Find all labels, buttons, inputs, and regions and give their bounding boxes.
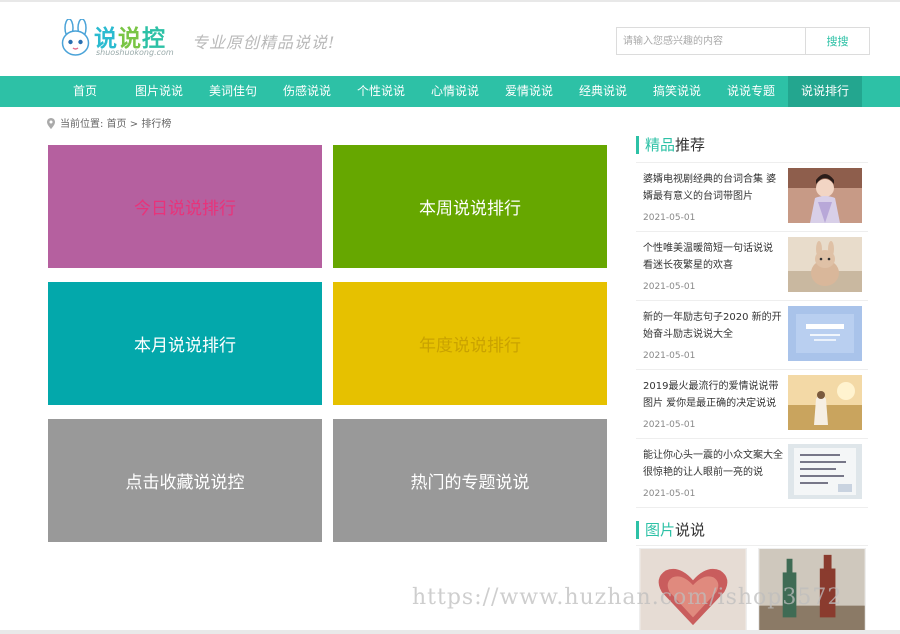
breadcrumb-home-link[interactable]: 首页	[107, 119, 127, 130]
thumb-girl-at-sunset[interactable]	[788, 375, 862, 430]
nav-item-personality[interactable]: 个性说说	[344, 76, 418, 107]
picture-thumb-heart[interactable]	[639, 548, 747, 634]
nav-item-mood[interactable]: 心情说说	[418, 76, 492, 107]
section-divider	[636, 545, 868, 546]
nav-item-home[interactable]: 首页	[48, 76, 122, 107]
recommend-title-rest: 推荐	[675, 136, 706, 154]
logo-domain: shuoshuokong.com	[96, 48, 174, 57]
bottom-bar	[0, 630, 900, 634]
recommend-item-title[interactable]: 个性唯美温暖简短一句话说说 看迷长夜繁星的欢喜	[643, 240, 783, 274]
nav-item-funny[interactable]: 搞笑说说	[640, 76, 714, 107]
rank-tile-year[interactable]: 年度说说排行	[333, 282, 607, 405]
bunny-logo-icon	[61, 19, 90, 56]
recommend-item-date: 2021-05-01	[643, 351, 696, 361]
recommend-item-date: 2021-05-01	[643, 282, 696, 292]
picture-thumb-bottles[interactable]	[758, 548, 866, 634]
recommend-item-title[interactable]: 婆婿电视剧经典的台词合集 婆婿最有意义的台词带图片	[643, 171, 783, 205]
search-box: 搜搜	[616, 27, 870, 55]
recommend-item[interactable]: 个性唯美温暖简短一句话说说 看迷长夜繁星的欢喜 2021-05-01	[636, 232, 868, 301]
breadcrumb-prefix: 当前位置:	[60, 119, 104, 130]
search-button[interactable]: 搜搜	[805, 28, 869, 54]
recommend-title-highlight: 精品	[645, 136, 676, 154]
hot-topics-tile[interactable]: 热门的专题说说	[333, 419, 607, 542]
thumb-plush-rabbit[interactable]	[788, 237, 862, 292]
thumb-handwritten-note[interactable]	[788, 444, 862, 499]
recommend-item[interactable]: 新的一年励志句子2020 新的开始奋斗励志说说大全 2021-05-01	[636, 301, 868, 370]
thumb-woman-in-hanfu[interactable]	[788, 168, 862, 223]
main-nav: 首页 图片说说 美词佳句 伤感说说 个性说说 心情说说 爱情说说 经典说说 搞笑…	[0, 76, 900, 107]
rank-tile-week[interactable]: 本周说说排行	[333, 145, 607, 268]
bookmark-tile[interactable]: 点击收藏说说控	[48, 419, 322, 542]
search-input[interactable]	[617, 28, 805, 54]
thumb-blue-text-card[interactable]	[788, 306, 862, 361]
site-header: 说说控 shuoshuokong.com 专业原创精品说说! 搜搜	[0, 2, 900, 76]
recommend-item[interactable]: 能让你心头一震的小众文案大全 很惊艳的让人眼前一亮的说 2021-05-01	[636, 439, 868, 508]
breadcrumb-separator: >	[129, 119, 139, 130]
nav-item-love[interactable]: 爱情说说	[492, 76, 566, 107]
recommend-item-title[interactable]: 2019最火最流行的爱情说说带图片 爱你是最正确的决定说说	[643, 378, 783, 412]
nav-item-sad[interactable]: 伤感说说	[270, 76, 344, 107]
rank-tile-today[interactable]: 今日说说排行	[48, 145, 322, 268]
site-slogan: 专业原创精品说说!	[192, 33, 336, 52]
nav-item-classic[interactable]: 经典说说	[566, 76, 640, 107]
nav-item-picture-shuoshuo[interactable]: 图片说说	[122, 76, 196, 107]
pictures-title-highlight: 图片	[645, 521, 676, 539]
pictures-title-rest: 说说	[675, 521, 706, 539]
nav-item-beautiful-words[interactable]: 美词佳句	[196, 76, 270, 107]
rank-tile-month[interactable]: 本月说说排行	[48, 282, 322, 405]
breadcrumb: 当前位置: 首页 > 排行榜	[47, 117, 171, 133]
recommend-item[interactable]: 婆婿电视剧经典的台词合集 婆婿最有意义的台词带图片 2021-05-01	[636, 163, 868, 232]
recommend-item-date: 2021-05-01	[643, 213, 696, 223]
recommend-item-title[interactable]: 能让你心头一震的小众文案大全 很惊艳的让人眼前一亮的说	[643, 447, 783, 481]
recommend-item-title[interactable]: 新的一年励志句子2020 新的开始奋斗励志说说大全	[643, 309, 783, 343]
recommend-item[interactable]: 2019最火最流行的爱情说说带图片 爱你是最正确的决定说说 2021-05-01	[636, 370, 868, 439]
recommend-item-date: 2021-05-01	[643, 489, 696, 499]
location-pin-icon	[47, 118, 55, 129]
nav-item-topics[interactable]: 说说专题	[714, 76, 788, 107]
nav-item-ranking[interactable]: 说说排行	[788, 76, 862, 107]
pictures-section-title: 图片说说	[636, 521, 705, 539]
recommend-item-date: 2021-05-01	[643, 420, 696, 430]
breadcrumb-current: 排行榜	[141, 119, 172, 130]
site-logo[interactable]: 说说控 shuoshuokong.com	[58, 19, 176, 63]
recommend-section-title: 精品推荐	[636, 136, 705, 154]
